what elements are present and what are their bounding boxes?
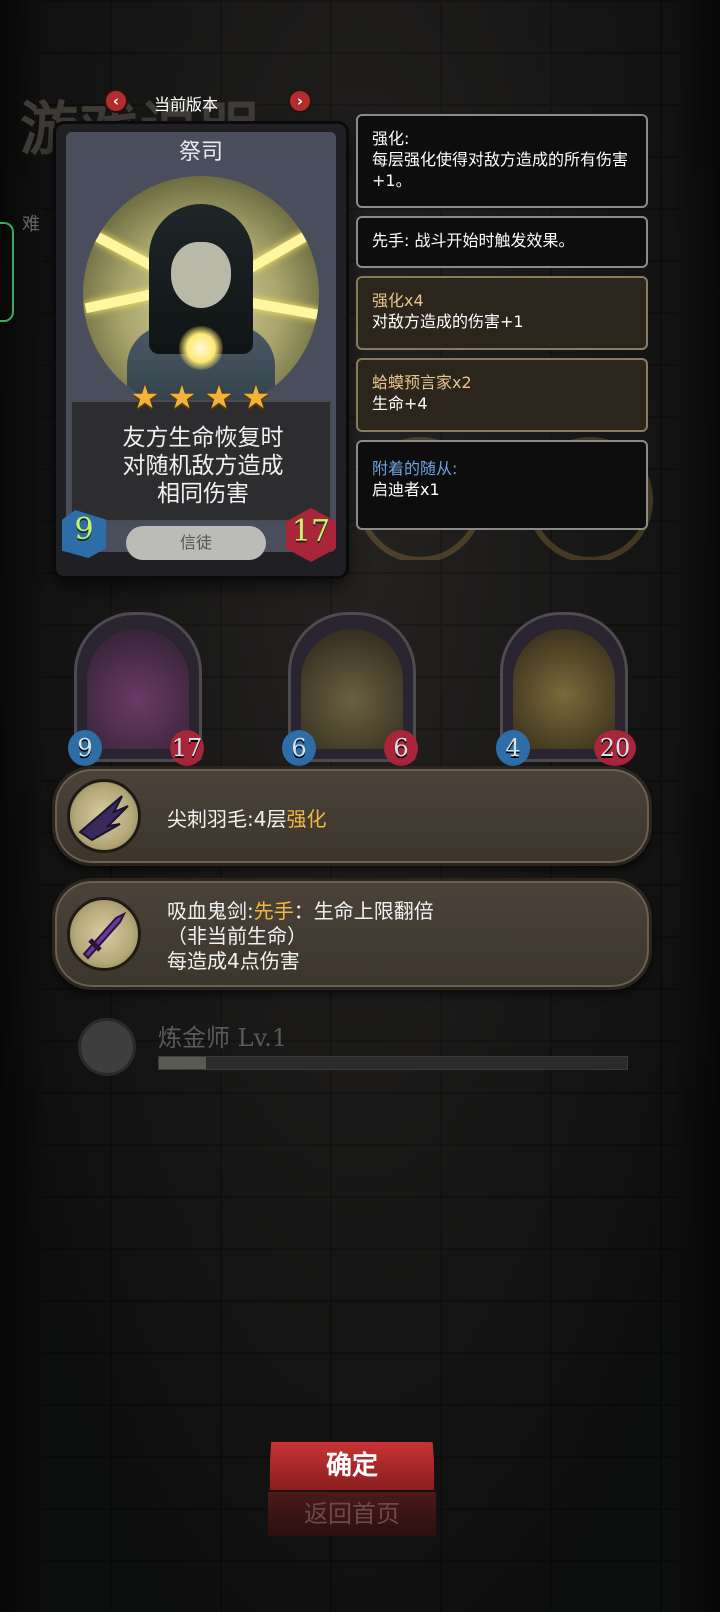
card-description: 友方生命恢复时 对随机敌方造成 相同伤害 [70,400,332,522]
alchemist-progress-bar [158,1056,628,1070]
info-first-strike-title: 先手: [372,231,410,250]
unit-3-attack: 4 [496,730,530,766]
info-attached: 附着的随从: 启迪者x1 [356,440,648,530]
info-enhance: 强化: 每层强化使得对敌方造成的所有伤害+1。 [356,114,648,208]
unit-1-health: 17 [170,730,204,766]
priest-portrait [83,176,319,412]
version-label: 当前版本 [154,95,219,114]
sage-unit-art [513,629,615,749]
info-enhance-title: 强化: [372,129,410,148]
star-rating: ★ ★ ★ ★ [128,380,274,416]
info-enhance-body: 每层强化使得对敌方造成的所有伤害+1。 [372,150,629,190]
health-stat: 17 [282,508,340,566]
card-desc-line-3: 相同伤害 [157,481,249,507]
info-toad-prophet: 蛤蟆预言家x2 生命+4 [356,358,648,432]
relic-vampire-sword-keyword: 先手 [253,899,294,923]
spike-feather-icon [67,779,141,853]
star-icon: ★ [241,378,271,416]
relic-vampire-sword-text: 吸血鬼剑:先手：生命上限翻倍 （非当前生命） 每造成4点伤害 [167,899,434,973]
unit-3-health: 20 [594,730,636,766]
info-attached-body: 启迪者x1 [372,480,440,499]
attack-stat: 9 [62,506,106,562]
star-icon: ★ [167,378,197,416]
next-version-button[interactable]: › [288,89,312,113]
priest-unit-art [87,629,189,749]
unit-1-attack: 9 [68,730,102,766]
prev-version-button[interactable]: ‹ [104,89,128,113]
relic-spike-feather-text: 尖刺羽毛:4层强化 [167,807,327,831]
info-toad-prophet-body: 生命+4 [372,394,428,413]
return-home-button[interactable]: 返回首页 [268,1492,436,1536]
background-green-tab [0,222,14,322]
info-first-strike: 先手: 战斗开始时触发效果。 [356,216,648,268]
info-first-strike-body: 战斗开始时触发效果。 [414,231,575,250]
relic-row-vampire-sword[interactable]: 吸血鬼剑:先手：生命上限翻倍 （非当前生命） 每造成4点伤害 [52,878,652,990]
health-value: 17 [291,514,331,549]
star-icon: ★ [204,378,234,416]
version-selector: ‹ 当前版本 › [104,88,312,114]
alchemist-pot-icon [78,1018,136,1076]
background-side-text: 难 [22,214,40,235]
attack-value: 9 [74,512,94,547]
relic-row-spike-feather[interactable]: 尖刺羽毛:4层强化 [52,766,652,866]
alchemist-level: 炼金师 Lv.1 [158,1024,288,1052]
unit-2-health: 6 [384,730,418,766]
info-enhance-x4-title: 强化x4 [372,291,424,310]
relic-spike-feather-name: 尖刺羽毛 [167,807,247,831]
relic-vampire-sword-name: 吸血鬼剑 [167,899,247,923]
unit-card: 祭司 友方生命恢复时 对随机敌方造成 相同伤害 ★ ★ ★ ★ 9 信徒 17 [56,124,346,576]
info-toad-prophet-title: 蛤蟆预言家x2 [372,373,472,392]
star-icon: ★ [130,378,160,416]
relic-spike-feather-keyword: 强化 [286,807,327,831]
info-enhance-x4: 强化x4 对敌方造成的伤害+1 [356,276,648,350]
confirm-button[interactable]: 确定 [268,1440,436,1492]
unit-2-attack: 6 [282,730,316,766]
wizard-unit-art [301,629,403,749]
alchemist-progress-fill [159,1057,206,1069]
card-name: 祭司 [178,140,223,165]
info-attached-title: 附着的随从: [372,459,458,478]
tribe-badge: 信徒 [126,526,266,560]
vampire-sword-icon [67,897,141,971]
info-enhance-x4-body: 对敌方造成的伤害+1 [372,312,524,331]
